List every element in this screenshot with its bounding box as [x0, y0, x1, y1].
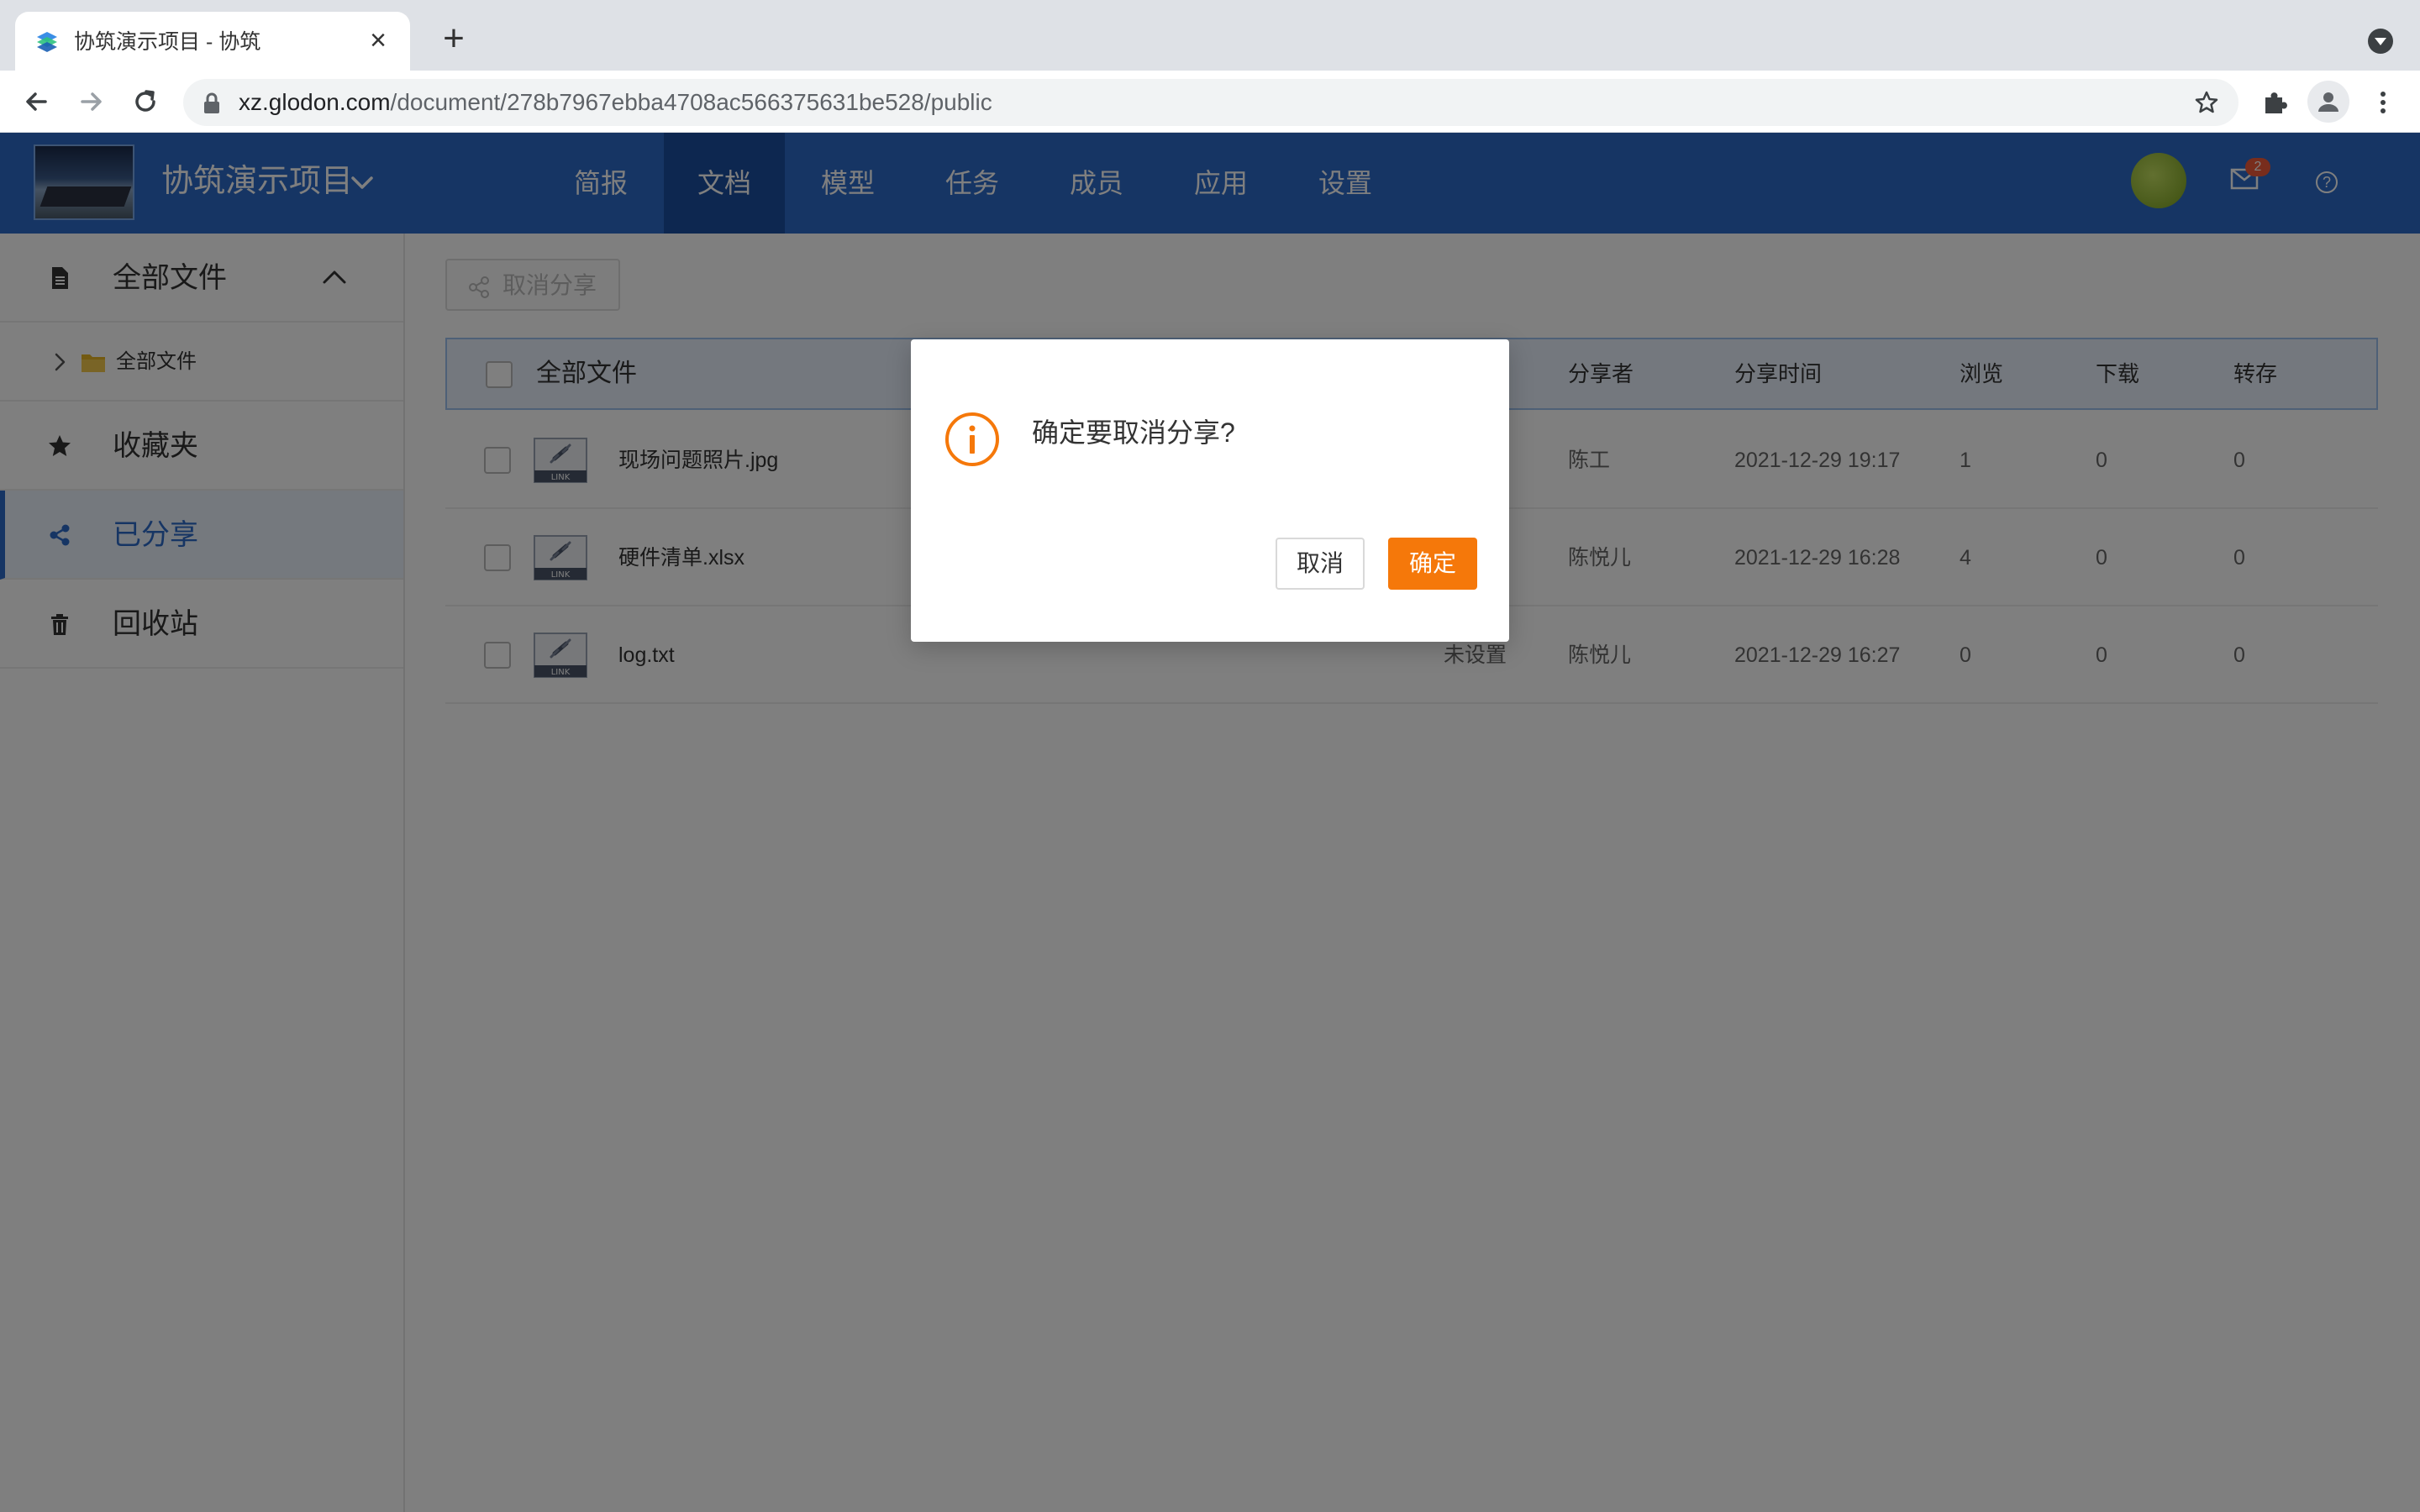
reload-icon[interactable]	[128, 84, 163, 119]
bookmark-star-icon[interactable]	[2193, 89, 2220, 116]
profile-avatar[interactable]	[2307, 81, 2349, 123]
confirm-dialog: 确定要取消分享? 取消 确定	[911, 339, 1509, 642]
forward-icon[interactable]	[74, 84, 109, 119]
tab-title: 协筑演示项目 - 协筑	[74, 30, 261, 54]
warning-info-icon	[945, 412, 999, 466]
extensions-puzzle-icon[interactable]	[2259, 86, 2292, 119]
browser-menu-icon[interactable]	[2366, 86, 2400, 119]
address-bar[interactable]: xz.glodon.com/document/278b7967ebba4708a…	[183, 79, 2238, 126]
dialog-cancel-button[interactable]: 取消	[1276, 538, 1365, 590]
tab-search-icon[interactable]	[2368, 29, 2393, 54]
browser-toolbar: xz.glodon.com/document/278b7967ebba4708a…	[0, 71, 2420, 133]
app-favicon-icon	[37, 32, 57, 52]
tab-close-icon[interactable]: ×	[363, 25, 393, 55]
back-icon[interactable]	[18, 84, 54, 119]
new-tab-icon[interactable]: +	[437, 20, 471, 57]
dialog-confirm-button[interactable]: 确定	[1388, 538, 1477, 590]
dialog-message: 确定要取消分享?	[1032, 417, 1235, 448]
browser-tab-bar: 协筑演示项目 - 协筑 × +	[0, 0, 2420, 71]
lock-icon	[204, 92, 219, 113]
profile-person-icon	[2318, 92, 2338, 112]
browser-tab[interactable]: 协筑演示项目 - 协筑 ×	[15, 12, 410, 71]
url-text: xz.glodon.com/document/278b7967ebba4708a…	[239, 89, 992, 115]
